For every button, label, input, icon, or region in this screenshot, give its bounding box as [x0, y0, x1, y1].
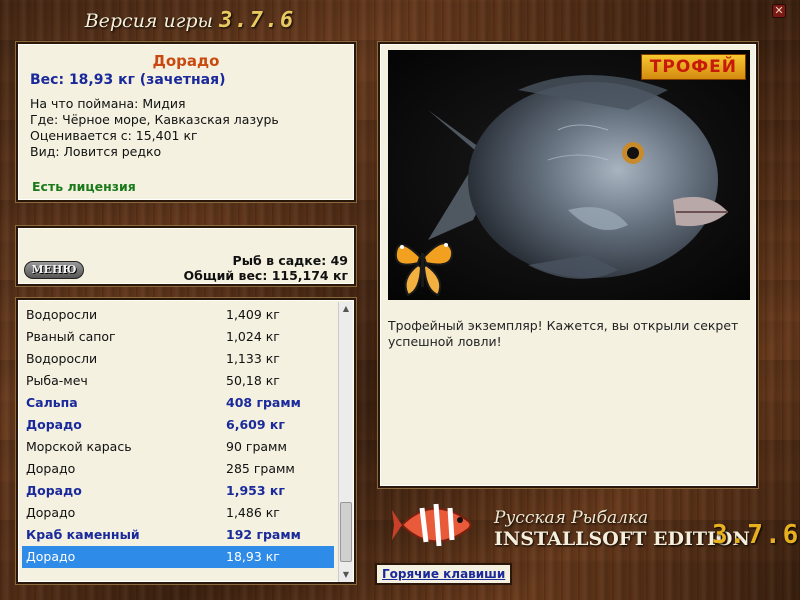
- list-item[interactable]: Дорадо 285 грамм: [22, 458, 334, 480]
- list-item[interactable]: Краб каменный 192 грамм: [22, 524, 334, 546]
- catch-list-panel: Водоросли 1,409 кг Рваный сапог 1,024 кг Вод…: [16, 298, 356, 584]
- catch-name: Водоросли: [26, 307, 98, 322]
- title-text: Версия игры: [84, 10, 214, 32]
- trophy-caption: Трофейный экземпляр! Кажется, вы открыли…: [388, 318, 739, 349]
- brand-version: 3.7.6: [712, 520, 800, 550]
- scroll-thumb[interactable]: [340, 502, 352, 562]
- keepnet-summary-panel: МЕНЮ Рыб в садке: 49 Общий вес: 115,174 …: [16, 226, 356, 286]
- dorado-fish-icon: [394, 75, 728, 297]
- catch-weight: 285 грамм: [226, 461, 295, 476]
- brand-title: Русская Рыбалка: [494, 508, 649, 528]
- list-item[interactable]: Сальпа 408 грамм: [22, 392, 334, 414]
- catch-name: Дорадо: [26, 483, 82, 498]
- fish-weight: Вес: 18,93 кг (зачетная): [30, 72, 226, 88]
- list-item[interactable]: Водоросли 1,409 кг: [22, 304, 334, 326]
- keepnet-stats: Рыб в садке: 49 Общий вес: 115,174 кг: [184, 253, 349, 283]
- catch-name: Морской карась: [26, 439, 132, 454]
- catch-weight: 50,18 кг: [226, 373, 280, 388]
- catch-weight: 1,024 кг: [226, 329, 280, 344]
- catch-name: Дорадо: [26, 417, 82, 432]
- menu-button[interactable]: МЕНЮ: [24, 261, 84, 279]
- catch-weight: 408 грамм: [226, 395, 301, 410]
- catch-name: Дорадо: [26, 549, 76, 564]
- catch-weight: 18,93 кг: [226, 549, 280, 564]
- catch-weight: 6,609 кг: [226, 417, 285, 432]
- catch-name: Дорадо: [26, 505, 76, 520]
- catch-name: Сальпа: [26, 395, 78, 410]
- catch-weight: 90 грамм: [226, 439, 287, 454]
- catch-name: Рваный сапог: [26, 329, 116, 344]
- catch-name: Краб каменный: [26, 527, 140, 542]
- catch-name: Водоросли: [26, 351, 98, 366]
- catch-name: Рыба-меч: [26, 373, 88, 388]
- valuation-info: Оценивается с: 15,401 кг: [30, 128, 198, 143]
- trophy-panel: ТРОФЕЙ Трофейный экземпляр! Кажется, вы …: [378, 42, 758, 488]
- list-item[interactable]: Рыба-меч 50,18 кг: [22, 370, 334, 392]
- license-status: Есть лицензия: [32, 179, 136, 194]
- catch-weight: 1,409 кг: [226, 307, 280, 322]
- fish-photo: ТРОФЕЙ: [388, 50, 750, 300]
- catch-info-panel: Дорадо Вес: 18,93 кг (зачетная) На что п…: [16, 42, 356, 202]
- fish-count: Рыб в садке: 49: [232, 253, 348, 268]
- list-item[interactable]: Рваный сапог 1,024 кг: [22, 326, 334, 348]
- catch-name: Дорадо: [26, 461, 76, 476]
- catch-weight: 1,953 кг: [226, 483, 285, 498]
- window-title: Версия игры 3.7.6: [0, 8, 380, 33]
- catch-weight: 1,486 кг: [226, 505, 280, 520]
- scroll-down-icon[interactable]: ▼: [339, 568, 353, 582]
- fish-name: Дорадо: [152, 52, 220, 70]
- list-item[interactable]: Водоросли 1,133 кг: [22, 348, 334, 370]
- catch-list: Водоросли 1,409 кг Рваный сапог 1,024 кг Вод…: [22, 304, 334, 568]
- catch-weight: 1,133 кг: [226, 351, 280, 366]
- list-item[interactable]: Дорадо 6,609 кг: [22, 414, 334, 436]
- list-item[interactable]: Дорадо 18,93 кг: [22, 546, 334, 568]
- list-item[interactable]: Морской карась 90 грамм: [22, 436, 334, 458]
- title-version: 3.7.6: [219, 8, 296, 33]
- catch-weight: 192 грамм: [226, 527, 301, 542]
- close-button[interactable]: ✕: [772, 4, 786, 18]
- rarity-info: Вид: Ловится редко: [30, 144, 162, 159]
- hotkeys-button[interactable]: Горячие клавиши: [375, 563, 513, 585]
- bait-info: На что поймана: Мидия: [30, 96, 186, 111]
- scroll-up-icon[interactable]: ▲: [339, 302, 353, 316]
- total-weight: Общий вес: 115,174 кг: [183, 268, 349, 283]
- logo-fish-icon: [392, 503, 472, 547]
- list-item[interactable]: Дорадо 1,953 кг: [22, 480, 334, 502]
- list-item[interactable]: Дорадо 1,486 кг: [22, 502, 334, 524]
- trophy-badge: ТРОФЕЙ: [640, 54, 746, 80]
- list-scrollbar[interactable]: ▲ ▼: [338, 302, 352, 582]
- location-info: Где: Чёрное море, Кавказская лазурь: [30, 112, 279, 127]
- butterfly-icon: [394, 242, 454, 297]
